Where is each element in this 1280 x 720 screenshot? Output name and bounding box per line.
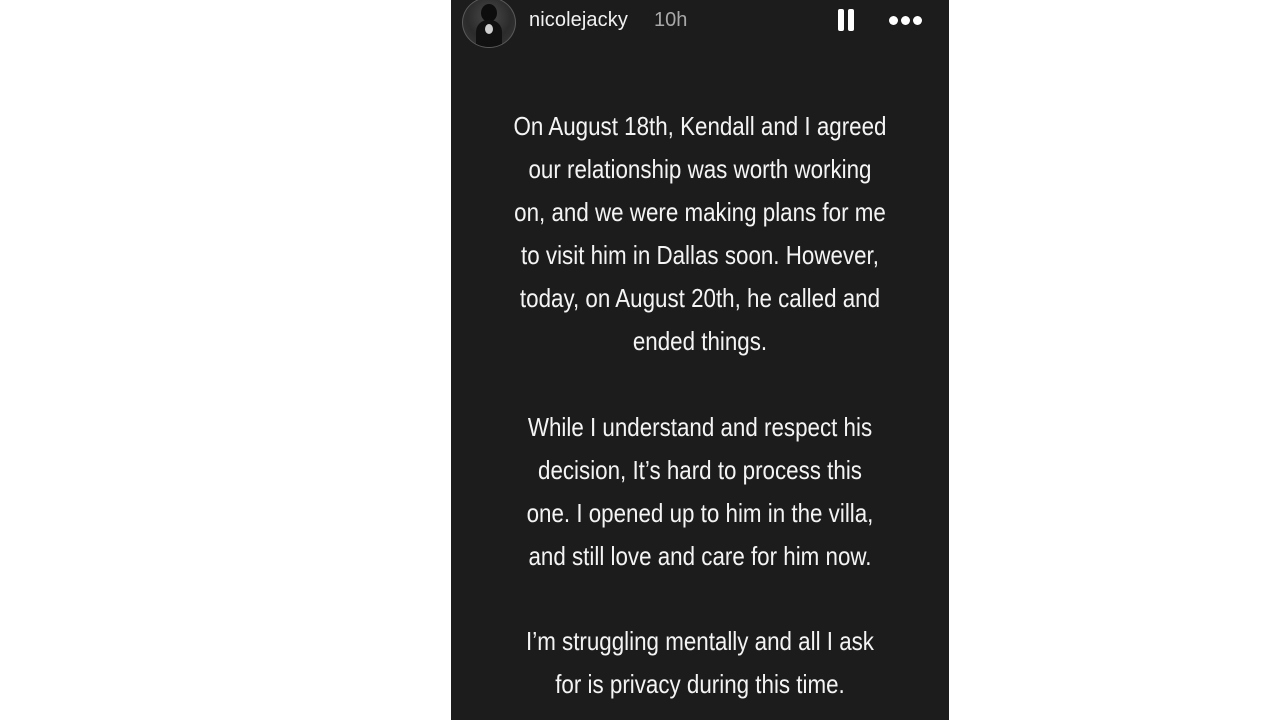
more-horizontal-icon bbox=[889, 16, 898, 25]
story-text-line: On August 18th, Kendall and I agreed bbox=[513, 111, 887, 141]
story-text-line: today, on August 20th, he called and bbox=[519, 283, 881, 313]
more-horizontal-icon-dot bbox=[913, 16, 922, 25]
story-viewer[interactable]: nicolejacky 10h On August 18th, Kendall … bbox=[451, 0, 949, 720]
story-text-line: ended things. bbox=[632, 326, 768, 356]
story-username[interactable]: nicolejacky bbox=[529, 9, 628, 32]
pause-icon-bar bbox=[848, 9, 854, 31]
story-paragraph-1: On August 18th, Kendall and I agreed our… bbox=[486, 105, 914, 363]
story-text-line: and still love and care for him now. bbox=[528, 541, 872, 571]
page: nicolejacky 10h On August 18th, Kendall … bbox=[0, 0, 1280, 720]
story-paragraph-3: I’m struggling mentally and all I ask fo… bbox=[486, 620, 914, 706]
story-text-line: While I understand and respect his bbox=[527, 412, 873, 442]
pause-icon bbox=[838, 9, 844, 31]
story-paragraph-2: While I understand and respect his decis… bbox=[486, 406, 914, 578]
more-horizontal-icon-dot bbox=[901, 16, 910, 25]
avatar-figure-highlight bbox=[485, 24, 493, 34]
story-text-line: I’m struggling mentally and all I ask bbox=[526, 626, 874, 656]
story-text-line: to visit him in Dallas soon. However, bbox=[521, 240, 879, 270]
story-text-line: on, and we were making plans for me bbox=[514, 197, 886, 227]
story-text-line: decision, It’s hard to process this bbox=[538, 455, 862, 485]
story-header: nicolejacky 10h bbox=[451, 0, 949, 48]
more-options-button[interactable] bbox=[885, 9, 927, 33]
story-text-line: our relationship was worth working bbox=[528, 154, 872, 184]
story-timestamp: 10h bbox=[654, 9, 688, 31]
profile-avatar[interactable] bbox=[462, 0, 516, 48]
story-text-line: one. I opened up to him in the villa, bbox=[526, 498, 874, 528]
story-text-line: for is privacy during this time. bbox=[555, 669, 845, 699]
pause-button[interactable] bbox=[834, 7, 858, 35]
